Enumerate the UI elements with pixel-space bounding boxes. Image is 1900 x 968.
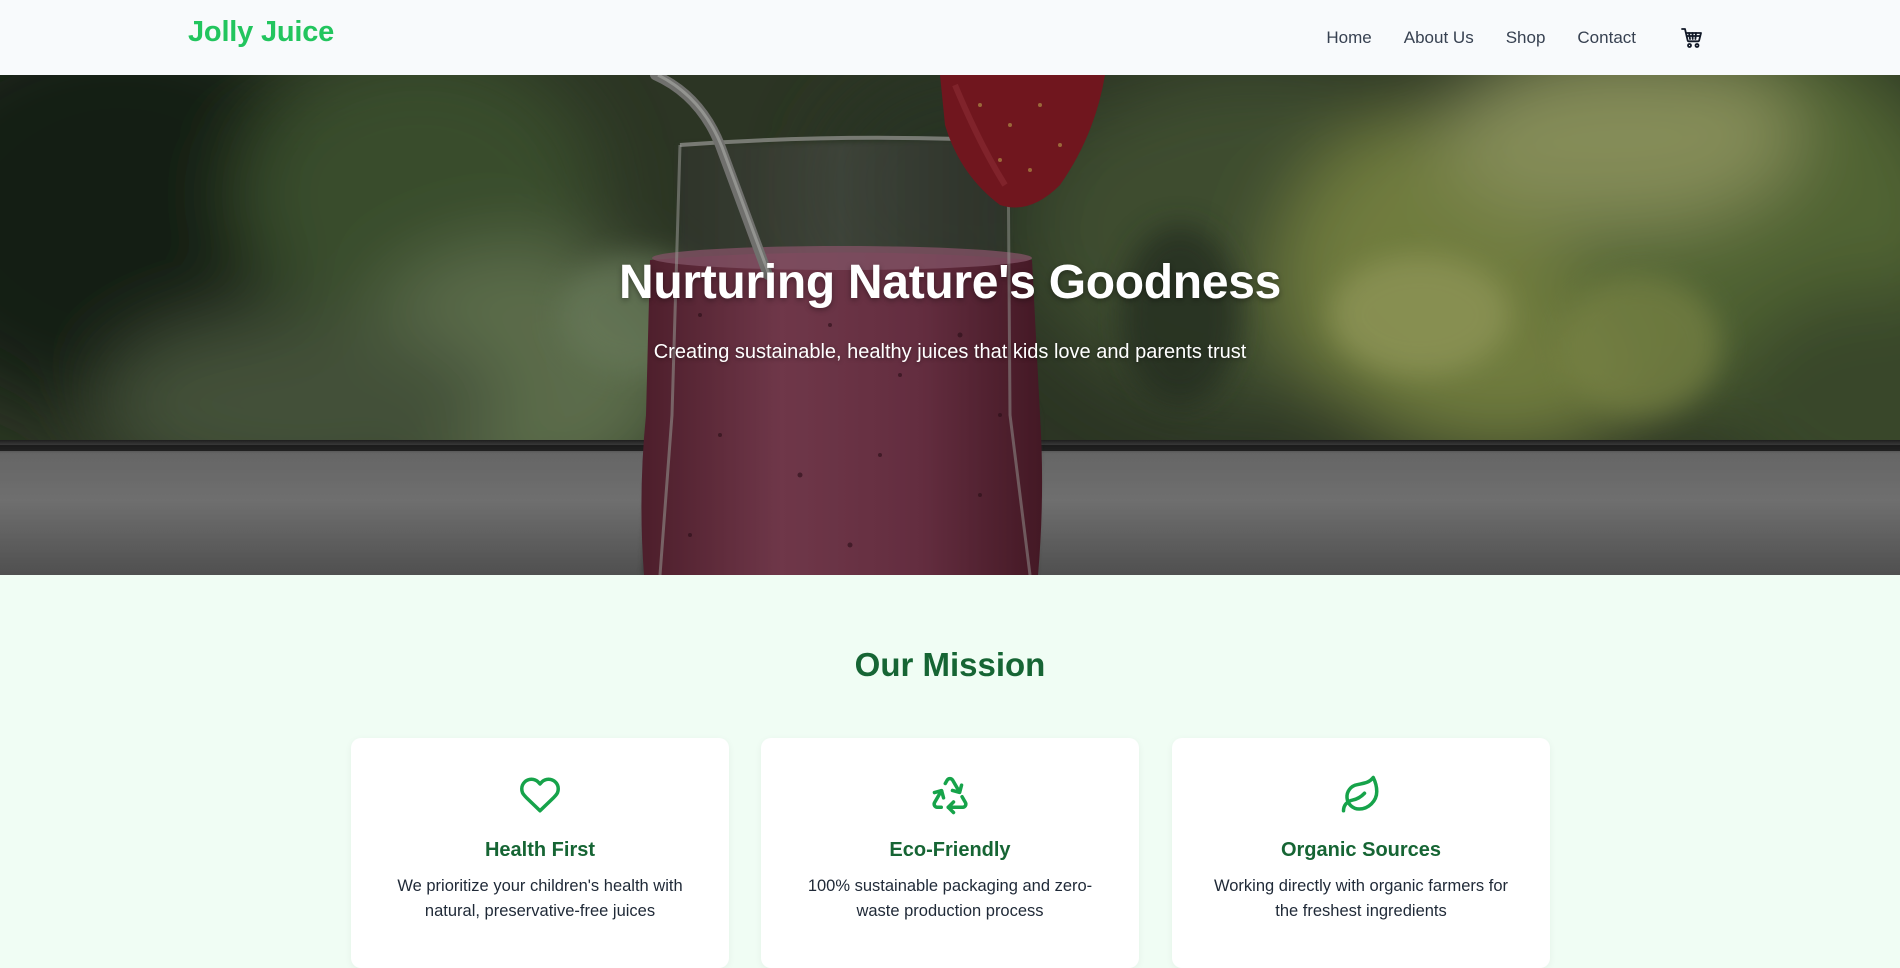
mission-card-health-first: Health First We prioritize your children…: [351, 738, 729, 968]
hero-subtitle: Creating sustainable, healthy juices tha…: [653, 341, 1247, 363]
shopping-cart-icon[interactable]: [1680, 26, 1704, 50]
mission-section: Our Mission Health First We prioritize y…: [0, 575, 1900, 968]
card-title: Eco-Friendly: [889, 839, 1011, 861]
card-text: 100% sustainable packaging and zero-wast…: [807, 877, 1093, 920]
card-title: Health First: [484, 839, 596, 861]
main-nav: Home About Us Shop Contact: [1294, 0, 1704, 75]
recycle-icon: [761, 774, 1139, 816]
heart-icon: [351, 774, 729, 816]
nav-contact[interactable]: Contact: [1577, 28, 1636, 48]
nav-home[interactable]: Home: [1326, 28, 1371, 48]
leaf-icon: [1172, 774, 1550, 816]
brand-logo[interactable]: Jolly Juice: [188, 16, 334, 49]
card-text: Working directly with organic farmers fo…: [1213, 877, 1509, 920]
hero-section: Nurturing Nature's Goodness Creating sus…: [0, 75, 1900, 575]
hero-content: Nurturing Nature's Goodness Creating sus…: [0, 255, 1900, 368]
hero-title: Nurturing Nature's Goodness: [618, 256, 1282, 309]
mission-card-eco-friendly: Eco-Friendly 100% sustainable packaging …: [761, 738, 1139, 968]
card-text: We prioritize your children's health wit…: [397, 877, 683, 920]
nav-shop[interactable]: Shop: [1506, 28, 1546, 48]
nav-about-us[interactable]: About Us: [1404, 28, 1474, 48]
mission-title: Our Mission: [854, 646, 1046, 683]
site-header: Jolly Juice Home About Us Shop Contact: [0, 0, 1900, 75]
card-title: Organic Sources: [1280, 839, 1442, 861]
mission-card-organic-sources: Organic Sources Working directly with or…: [1172, 738, 1550, 968]
